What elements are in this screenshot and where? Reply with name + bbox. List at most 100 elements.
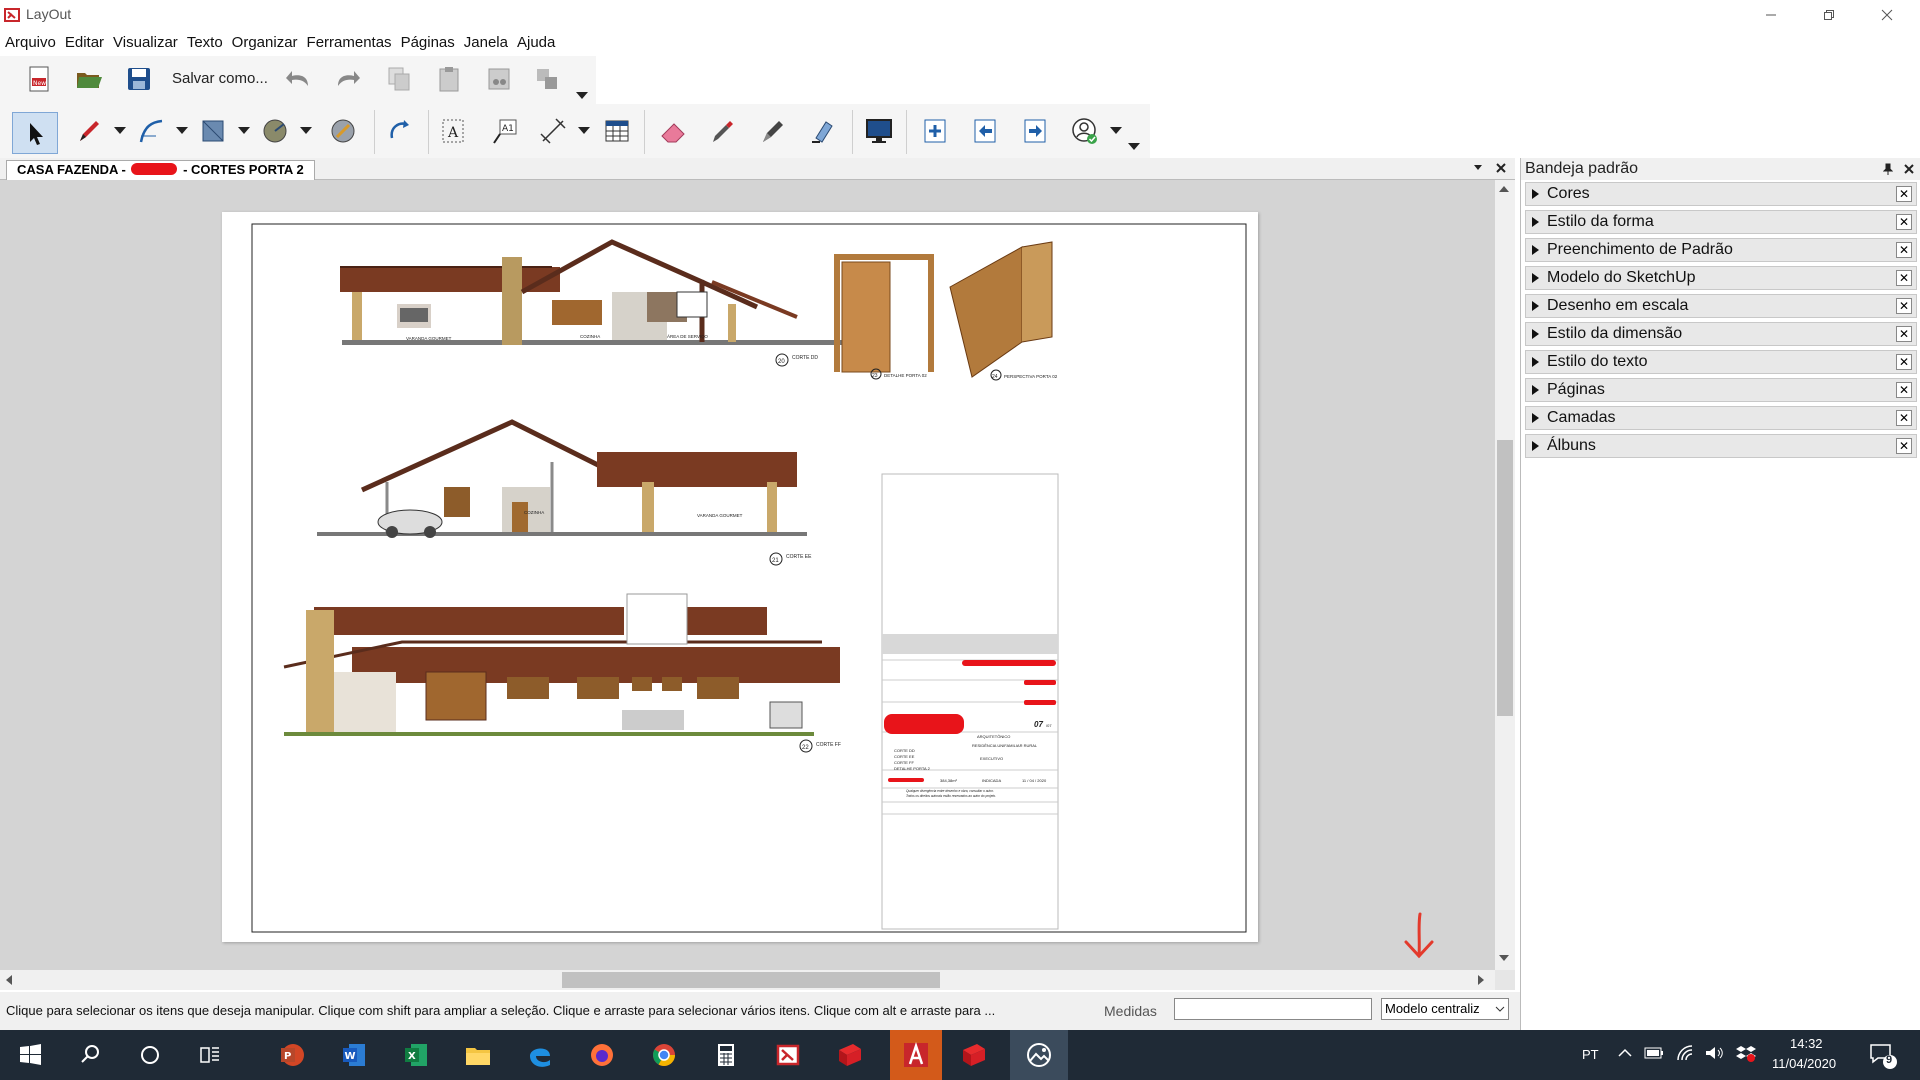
menu-ferramentas[interactable]: Ferramentas	[307, 34, 392, 51]
menu-janela[interactable]: Janela	[464, 34, 508, 51]
horizontal-scroll-thumb[interactable]	[562, 972, 940, 988]
panel-estilo-texto[interactable]: Estilo do texto ✕	[1525, 350, 1917, 374]
dimension-tool[interactable]	[536, 114, 570, 148]
horizontal-scrollbar[interactable]	[0, 970, 1495, 990]
close-tray-icon[interactable]	[1903, 163, 1915, 175]
input-language[interactable]: PT	[1582, 1047, 1599, 1062]
panel-cores[interactable]: Cores ✕	[1525, 182, 1917, 206]
menu-organizar[interactable]: Organizar	[232, 34, 298, 51]
copy-button[interactable]	[382, 62, 416, 96]
panel-modelo-sketchup[interactable]: Modelo do SketchUp ✕	[1525, 266, 1917, 290]
document-tab[interactable]: CASA FAZENDA - - CORTES PORTA 2	[6, 160, 315, 180]
start-button[interactable]	[8, 1035, 52, 1075]
duplicate-button[interactable]	[530, 62, 564, 96]
arc-tool[interactable]	[134, 114, 168, 148]
menu-arquivo[interactable]: Arquivo	[5, 34, 56, 51]
close-panel-icon[interactable]: ✕	[1896, 438, 1912, 454]
vertical-scroll-thumb[interactable]	[1497, 440, 1513, 716]
account-button[interactable]	[1068, 114, 1102, 148]
minimize-button[interactable]	[1742, 0, 1800, 30]
menu-editar[interactable]: Editar	[65, 34, 104, 51]
clock-date[interactable]: 11/04/2020	[1772, 1056, 1836, 1071]
taskbar-chrome[interactable]	[642, 1035, 686, 1075]
taskbar-autocad[interactable]	[890, 1030, 942, 1080]
previous-page-button[interactable]	[968, 114, 1002, 148]
split-tool[interactable]	[756, 114, 790, 148]
dropbox-icon[interactable]	[1736, 1044, 1756, 1062]
close-panel-icon[interactable]: ✕	[1896, 298, 1912, 314]
taskbar-powerpoint[interactable]: P	[270, 1035, 314, 1075]
taskbar-edge[interactable]	[518, 1035, 562, 1075]
panel-paginas[interactable]: Páginas ✕	[1525, 378, 1917, 402]
panel-albuns[interactable]: Álbuns ✕	[1525, 434, 1917, 458]
dimension-tool-dropdown[interactable]	[578, 127, 590, 134]
measurements-input[interactable]	[1174, 998, 1372, 1020]
close-document-icon[interactable]	[1495, 162, 1507, 174]
taskbar-file-explorer[interactable]	[456, 1035, 500, 1075]
text-tool[interactable]: A	[436, 114, 470, 148]
toolbar2-overflow-arrow[interactable]	[1128, 143, 1140, 150]
undo-button[interactable]	[282, 62, 316, 96]
menu-visualizar[interactable]: Visualizar	[113, 34, 178, 51]
save-button[interactable]	[122, 62, 156, 96]
scroll-up-icon[interactable]	[1499, 186, 1509, 192]
close-panel-icon[interactable]: ✕	[1896, 214, 1912, 230]
scroll-right-icon[interactable]	[1478, 975, 1484, 985]
panel-estilo-forma[interactable]: Estilo da forma ✕	[1525, 210, 1917, 234]
label-tool[interactable]: A1	[488, 114, 522, 148]
account-dropdown[interactable]	[1110, 127, 1122, 134]
close-panel-icon[interactable]: ✕	[1896, 242, 1912, 258]
taskbar-photos[interactable]	[1010, 1030, 1068, 1080]
model-mode-select[interactable]: Modelo centraliz	[1381, 998, 1509, 1020]
taskbar-excel[interactable]: X	[394, 1035, 438, 1075]
panel-desenho-escala[interactable]: Desenho em escala ✕	[1525, 294, 1917, 318]
scroll-down-icon[interactable]	[1499, 955, 1509, 961]
panel-preenchimento-padrao[interactable]: Preenchimento de Padrão ✕	[1525, 238, 1917, 262]
search-button[interactable]	[68, 1035, 112, 1075]
paste-button[interactable]	[432, 62, 466, 96]
circle-tool[interactable]	[258, 114, 292, 148]
cut-button[interactable]	[482, 62, 516, 96]
task-view-button[interactable]	[188, 1035, 232, 1075]
taskbar-word[interactable]: W	[332, 1035, 376, 1075]
notification-center-icon[interactable]	[1868, 1040, 1898, 1070]
style-tool[interactable]	[706, 114, 740, 148]
panel-estilo-dimensao[interactable]: Estilo da dimensão ✕	[1525, 322, 1917, 346]
close-panel-icon[interactable]: ✕	[1896, 186, 1912, 202]
toolbar1-overflow-arrow[interactable]	[576, 92, 588, 99]
redo-button[interactable]	[330, 62, 364, 96]
show-hidden-icons-icon[interactable]	[1618, 1048, 1632, 1058]
line-tool-dropdown[interactable]	[114, 127, 126, 134]
menu-texto[interactable]: Texto	[187, 34, 223, 51]
eraser-tool[interactable]	[656, 114, 690, 148]
menu-paginas[interactable]: Páginas	[401, 34, 455, 51]
volume-icon[interactable]	[1704, 1044, 1724, 1062]
battery-icon[interactable]	[1644, 1046, 1664, 1060]
clock-time[interactable]: 14:32	[1790, 1036, 1823, 1051]
close-panel-icon[interactable]: ✕	[1896, 326, 1912, 342]
polygon-tool[interactable]	[326, 114, 360, 148]
rectangle-tool-dropdown[interactable]	[238, 127, 250, 134]
vertical-scrollbar[interactable]	[1495, 180, 1515, 970]
close-panel-icon[interactable]: ✕	[1896, 410, 1912, 426]
wifi-icon[interactable]	[1676, 1044, 1694, 1062]
taskbar-firefox[interactable]	[580, 1035, 624, 1075]
cortana-button[interactable]	[128, 1035, 172, 1075]
line-tool[interactable]	[72, 114, 106, 148]
pin-icon[interactable]	[1883, 163, 1893, 175]
arc-tool-dropdown[interactable]	[176, 127, 188, 134]
close-panel-icon[interactable]: ✕	[1896, 270, 1912, 286]
restore-button[interactable]	[1800, 0, 1858, 30]
taskbar-calculator[interactable]	[704, 1035, 748, 1075]
close-button[interactable]	[1858, 0, 1916, 30]
join-tool[interactable]	[806, 114, 840, 148]
circle-tool-dropdown[interactable]	[300, 127, 312, 134]
save-as-button[interactable]: Salvar como...	[172, 70, 268, 87]
taskbar-layout[interactable]	[766, 1035, 810, 1075]
taskbar-sketchup[interactable]	[828, 1035, 872, 1075]
close-panel-icon[interactable]: ✕	[1896, 382, 1912, 398]
menu-ajuda[interactable]: Ajuda	[517, 34, 555, 51]
sample-tool[interactable]	[382, 114, 416, 148]
taskbar-sketchup-2[interactable]	[952, 1035, 996, 1075]
open-button[interactable]	[72, 62, 106, 96]
